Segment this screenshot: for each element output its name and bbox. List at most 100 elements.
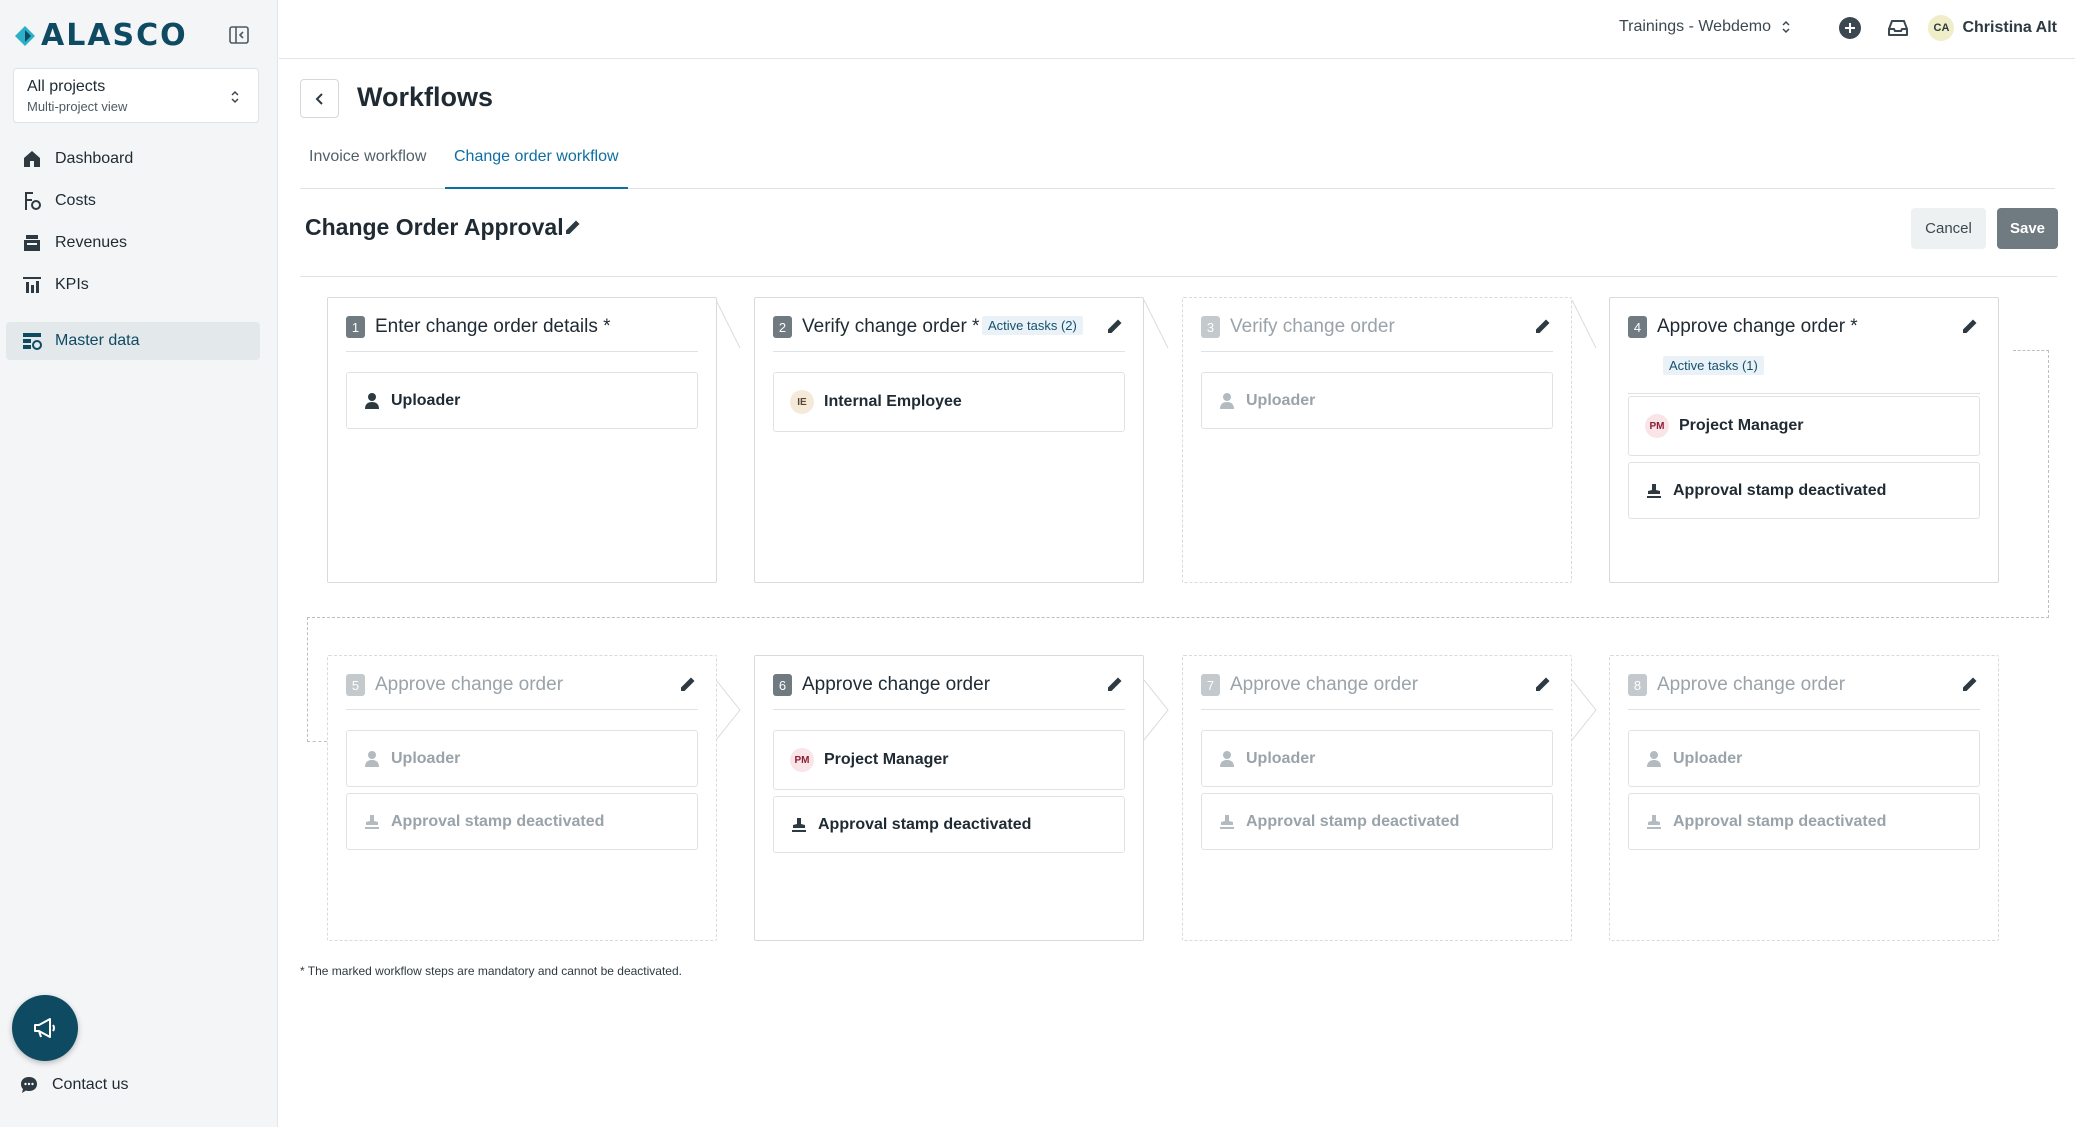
cancel-button[interactable]: Cancel <box>1911 208 1986 249</box>
step-arrow-3-4 <box>1572 300 1597 349</box>
edit-step-button[interactable] <box>1960 674 1980 694</box>
step-number: 3 <box>1201 316 1220 338</box>
pencil-icon <box>1108 319 1122 333</box>
row-connector-right <box>2013 350 2049 618</box>
approval-stamp-tile: Approval stamp deactivated <box>346 793 698 850</box>
step-title: Approve change order <box>375 674 564 695</box>
back-button[interactable] <box>300 79 339 118</box>
approval-stamp-label: Approval stamp deactivated <box>1673 812 1887 830</box>
nav-item-dashboard[interactable]: Dashboard <box>6 140 260 178</box>
edit-step-button[interactable] <box>678 674 698 694</box>
workflow-step-8: 8 Approve change order Uploader Approval… <box>1609 655 1999 941</box>
user-icon <box>365 392 379 409</box>
workflow-step-1: 1 Enter change order details * Uploader <box>327 297 717 583</box>
save-button[interactable]: Save <box>1997 208 2058 249</box>
pencil-icon <box>681 677 695 691</box>
nav-item-kpis[interactable]: KPIs <box>6 266 260 304</box>
step-header: 6 Approve change order <box>773 672 1125 710</box>
collapse-sidebar-button[interactable] <box>226 22 252 48</box>
chevron-left-icon <box>315 92 323 105</box>
sidebar-collapse-icon <box>229 26 249 44</box>
step-number: 6 <box>773 674 792 696</box>
step-header: 5 Approve change order <box>346 672 698 710</box>
approval-stamp-label: Approval stamp deactivated <box>1673 481 1887 499</box>
step-header: 7 Approve change order <box>1201 672 1553 710</box>
approval-stamp-label: Approval stamp deactivated <box>391 812 605 830</box>
step-title: Verify change order <box>1230 316 1395 337</box>
project-selector-subtitle: Multi-project view <box>27 99 128 114</box>
select-arrows-icon <box>231 90 239 104</box>
edit-workflow-title-button[interactable] <box>563 217 583 237</box>
row-connector-mid <box>307 617 2049 618</box>
nav-item-master-data[interactable]: Master data <box>6 322 260 360</box>
nav-item-revenues[interactable]: Revenues <box>6 224 260 262</box>
edit-step-button[interactable] <box>1105 316 1125 336</box>
alasco-logo[interactable]: ALASCO <box>13 18 188 53</box>
user-icon <box>1220 750 1234 767</box>
step-arrow-5-6 <box>716 680 741 740</box>
project-selector-title: All projects <box>27 78 106 95</box>
step-title: Approve change order * <box>1657 316 1858 337</box>
pencil-icon <box>1963 319 1977 333</box>
workflow-step-6: 6 Approve change order PM Project Manage… <box>754 655 1144 941</box>
stamp-icon <box>792 817 806 832</box>
tab-change-order-workflow[interactable]: Change order workflow <box>445 140 628 189</box>
pencil-icon <box>1536 677 1550 691</box>
tenant-selector[interactable]: Trainings - Webdemo <box>1619 18 1791 36</box>
step-title: Approve change order <box>802 674 991 695</box>
assignee-tile: IE Internal Employee <box>773 372 1125 432</box>
step-number: 7 <box>1201 674 1220 696</box>
pencil-icon <box>1536 319 1550 333</box>
contact-us-link[interactable]: Contact us <box>18 1074 128 1096</box>
step-header: 4 Approve change order * Active tasks (1… <box>1628 314 1980 394</box>
workflow-step-4: 4 Approve change order * Active tasks (1… <box>1609 297 1999 583</box>
user-avatar: CA <box>1928 15 1955 41</box>
assignee-name: Internal Employee <box>824 393 962 410</box>
assignee-tile: Uploader <box>1628 730 1980 787</box>
assignee-tile: Uploader <box>346 730 698 787</box>
edit-step-button[interactable] <box>1960 316 1980 336</box>
workflow-step-7: 7 Approve change order Uploader Approval… <box>1182 655 1572 941</box>
step-arrow-6-7 <box>1144 680 1169 740</box>
assignee-name: Project Manager <box>824 751 949 768</box>
tab-invoice-workflow[interactable]: Invoice workflow <box>300 140 435 189</box>
assignee-name: Uploader <box>1246 391 1316 409</box>
assignee-tile: Uploader <box>1201 372 1553 429</box>
top-bar: Trainings - Webdemo CA Christina Alt <box>279 0 2075 59</box>
assignee-name: Uploader <box>391 749 461 767</box>
user-icon <box>1220 392 1234 409</box>
brand-name: ALASCO <box>41 18 188 53</box>
stamp-icon <box>1647 483 1661 498</box>
edit-step-button[interactable] <box>1533 316 1553 336</box>
nav-label-revenues: Revenues <box>55 234 128 251</box>
step-header: 2 Verify change order * Active tasks (2) <box>773 314 1125 352</box>
assignee-avatar: PM <box>790 748 814 772</box>
step-header: 3 Verify change order <box>1201 314 1553 352</box>
announcements-button[interactable] <box>12 995 78 1061</box>
workflow-step-3: 3 Verify change order Uploader <box>1182 297 1572 583</box>
user-icon <box>1647 750 1661 767</box>
contact-us-label: Contact us <box>52 1076 129 1093</box>
step-number: 1 <box>346 316 365 338</box>
inbox-button[interactable] <box>1885 15 1911 41</box>
page-title: Workflows <box>357 82 494 112</box>
home-icon <box>24 151 40 167</box>
edit-step-button[interactable] <box>1105 674 1125 694</box>
assignee-tile: Uploader <box>346 372 698 429</box>
assignee-name: Uploader <box>391 391 461 409</box>
pencil-icon <box>1108 677 1122 691</box>
user-menu[interactable]: CA Christina Alt <box>1928 15 2057 41</box>
row-connector-left <box>307 617 327 742</box>
step-header: 1 Enter change order details * <box>346 314 698 352</box>
sidebar: ALASCO All projects Multi-project view D… <box>0 0 278 1127</box>
pencil-icon <box>1963 677 1977 691</box>
step-number: 8 <box>1628 674 1647 696</box>
stamp-icon <box>1647 814 1661 829</box>
add-button[interactable] <box>1837 15 1863 41</box>
project-selector[interactable]: All projects Multi-project view <box>13 68 259 123</box>
nav-item-costs[interactable]: Costs <box>6 182 260 220</box>
workflow-title: Change Order Approval <box>305 214 564 240</box>
nav-label-dashboard: Dashboard <box>55 150 134 167</box>
edit-step-button[interactable] <box>1533 674 1553 694</box>
